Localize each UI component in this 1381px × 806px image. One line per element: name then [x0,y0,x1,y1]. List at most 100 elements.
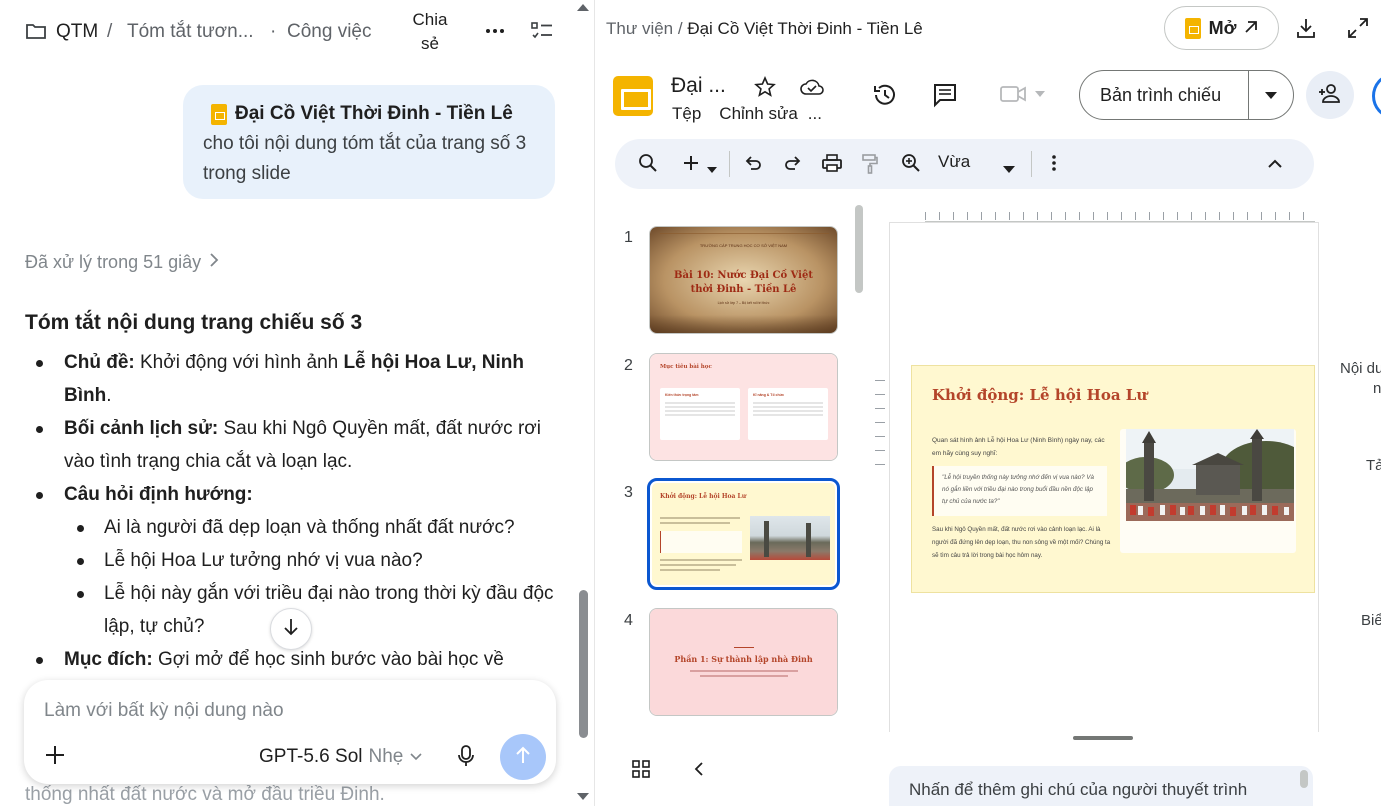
more-options-icon[interactable] [484,20,506,47]
library-link[interactable]: Thư viện [606,19,673,38]
slide-intro-text: Quan sát hình ảnh Lễ hội Hoa Lư (Ninh Bì… [932,437,1105,457]
composer-input[interactable]: Làm với bất kỳ nội dung nào [44,700,284,722]
notes-scrollbar[interactable] [1300,770,1308,788]
cloud-status-icon[interactable] [800,78,824,101]
side-panel-cut-text: Tả [1366,457,1381,474]
send-button[interactable] [500,734,546,780]
slide-number: 3 [624,484,633,501]
side-panel-cut-text: n [1373,380,1381,397]
scroll-to-bottom-button[interactable] [270,608,312,650]
list-item: Bối cảnh lịch sử: Sau khi Ngô Quyền mất,… [25,412,555,478]
google-slides-icon [211,103,227,125]
zoom-icon[interactable] [901,153,921,178]
arrow-down-icon [282,617,300,642]
slideshow-label: Bản trình chiếu [1100,84,1222,105]
slide-thumbnail-1[interactable]: TRƯỜNG CÁP TRUNG HỌC CƠ SỞ VIỆT NAM Bài … [649,226,838,334]
workspace-link[interactable]: QTM [56,21,98,43]
download-icon[interactable] [1295,17,1317,44]
breadcrumb-separator: / [107,21,113,42]
collapse-filmstrip-icon[interactable] [693,761,705,782]
grid-view-icon[interactable] [631,759,651,784]
festival-photo [1126,429,1294,521]
more-vertical-icon[interactable] [1051,153,1057,178]
model-name: GPT-5.6 Sol [259,746,363,767]
model-mode: Nhẹ [368,746,404,767]
slideshow-button[interactable]: Bản trình chiếu [1079,70,1294,120]
toolbar-divider [729,151,730,177]
chat-panel: QTM / Tóm tắt tươn... · Công việc Chia s… [0,0,595,806]
model-selector[interactable]: GPT-5.6 Sol Nhẹ [259,746,423,768]
share-button[interactable]: Chia sẻ [410,8,450,56]
folder-icon[interactable] [25,21,47,46]
slide-body-text: Sau khi Ngô Quyền mất, đất nước rơi vào … [932,526,1111,559]
slide-thumbnail-4[interactable]: Phần 1: Sự thành lập nhà Đinh [649,608,838,716]
redo-icon[interactable] [783,153,803,178]
chat-scrollbar[interactable] [579,590,588,738]
faded-text-line: thống nhất đất nước và mở đầu triều Đinh… [25,784,385,805]
menu-bar: Tệp Chỉnh sửa ... [672,104,822,124]
add-attachment-icon[interactable] [44,744,66,771]
question-item: Ai là người đã dẹp loạn và thống nhất đấ… [25,511,555,544]
slide-thumbnail-2[interactable]: Mục tiêu bài học Kiến thức trọng tâm Kĩ … [649,353,838,461]
filmstrip-scrollbar[interactable] [855,205,863,293]
document-title[interactable]: Đại ... [671,74,726,98]
external-link-icon [1244,18,1258,39]
zoom-dropdown-icon[interactable] [1003,160,1015,178]
screen: QTM / Tóm tắt tươn... · Công việc Chia s… [0,0,1381,806]
print-icon[interactable] [821,153,843,178]
question-item: Lễ hội Hoa Lư tưởng nhớ vị vua nào? [25,544,555,577]
user-message-bubble: Đại Cồ Việt Thời Đinh - Tiền Lê cho tôi … [183,85,555,199]
thumb4-title: Phần 1: Sự thành lập nhà Đinh [674,654,813,664]
add-person-button[interactable] [1306,71,1354,119]
breadcrumb-sep: / [673,19,688,38]
side-panel-cut-text: Biể [1361,612,1381,629]
avatar[interactable] [1372,74,1381,118]
processing-time-toggle[interactable]: Đã xử lý trong 51 giây [25,252,219,273]
notes-resize-handle[interactable] [1073,736,1133,740]
google-slides-icon [1184,17,1201,39]
slide-number: 1 [624,229,633,246]
search-icon[interactable] [638,153,658,178]
current-slide[interactable]: Khởi động: Lễ hội Hoa Lư Quan sát hình ả… [911,365,1315,593]
comment-icon[interactable] [932,82,958,113]
purpose-text: Gợi mở để học sinh bước vào bài học về [152,649,504,670]
conversation-title[interactable]: Tóm tắt tươn... [127,21,254,43]
expand-icon[interactable] [1347,17,1369,44]
slide-number: 4 [624,612,633,629]
scroll-down-arrow[interactable] [577,793,589,800]
menu-edit[interactable]: Chỉnh sửa [719,104,797,124]
undo-icon[interactable] [743,153,763,178]
thumb2-title: Mục tiêu bài học [660,364,712,370]
menu-more[interactable]: ... [808,104,822,124]
open-button[interactable]: Mở [1164,6,1279,50]
star-icon[interactable] [754,75,776,103]
slides-logo-icon[interactable] [613,76,653,116]
microphone-icon[interactable] [456,744,476,773]
topic-text: Khởi động với hình ảnh [134,352,344,373]
scroll-up-arrow[interactable] [577,4,589,11]
attached-file[interactable]: Đại Cồ Việt Thời Đinh - Tiền Lê [203,99,535,129]
checklist-icon[interactable] [530,20,554,47]
slide-number: 2 [624,357,633,374]
topic-label: Chủ đề: [64,352,135,373]
message-composer[interactable]: Làm với bất kỳ nội dung nào GPT-5.6 Sol … [24,680,556,784]
questions-label: Câu hỏi định hướng: [64,484,253,505]
chevron-up-icon[interactable] [1267,156,1283,174]
speaker-notes-input[interactable]: Nhấn để thêm ghi chú của người thuyết tr… [889,766,1313,806]
slideshow-dropdown-icon[interactable] [1249,91,1293,99]
summary-heading: Tóm tắt nội dung trang chiếu số 3 [25,311,363,334]
version-history-icon[interactable] [872,82,898,113]
chevron-down-icon [409,746,423,768]
list-item: Chủ đề: Khởi động với hình ảnh Lễ hội Ho… [25,346,555,412]
project-link[interactable]: Công việc [287,21,372,43]
zoom-select[interactable]: Vừa [938,152,970,172]
thumb3-title: Khởi động: Lễ hội Hoa Lư [660,493,747,500]
new-slide-icon[interactable] [681,153,701,178]
menu-file[interactable]: Tệp [672,104,701,124]
attached-file-name: Đại Cồ Việt Thời Đinh - Tiền Lê [235,103,513,124]
slide-thumbnail-3[interactable]: Khởi động: Lễ hội Hoa Lư [647,478,840,590]
add-person-icon [1317,82,1343,109]
thumb1-sub: Lịch sử lớp 7 – Bộ kết nối tri thức [717,301,770,305]
thumb1-kicker: TRƯỜNG CÁP TRUNG HỌC CƠ SỞ VIỆT NAM [699,243,788,248]
new-slide-dropdown-icon[interactable] [707,160,717,178]
